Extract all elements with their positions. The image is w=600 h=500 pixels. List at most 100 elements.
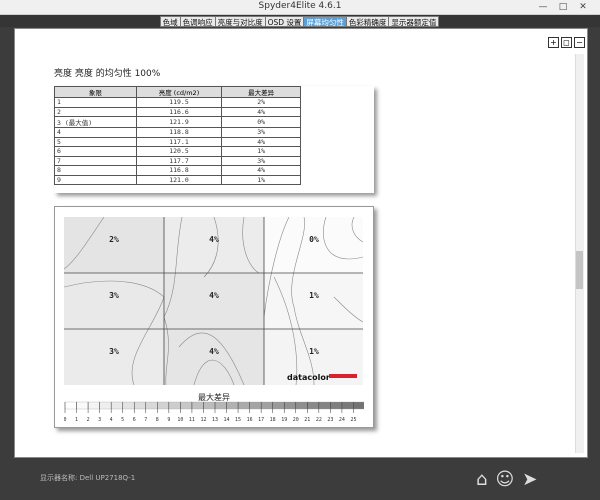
scale-label: 17: [258, 417, 264, 423]
tab-display-rating[interactable]: 显示器额定值: [388, 16, 440, 27]
scale-swatch: [307, 401, 319, 410]
scale-swatch: [203, 401, 216, 410]
scale-label: 2: [87, 417, 90, 423]
cell-quadrant: 1: [54, 97, 137, 108]
tab-osd-settings[interactable]: OSD 设置: [264, 16, 305, 27]
scale-swatch: [341, 401, 354, 410]
table-row: 3 (最大值) 121.9 0%: [54, 116, 301, 128]
cell-max-diff: 2%: [221, 97, 301, 108]
scale-swatch: [134, 401, 146, 410]
window-title: Spyder4Elite 4.6.1: [258, 1, 342, 11]
scrollbar-thumb[interactable]: [576, 251, 583, 289]
scale-label: 23: [327, 417, 333, 423]
cell-quadrant: 3 (最大值): [54, 116, 137, 128]
status-bar: 显示器名称: Dell UP2718Q-1 ⌂☺➤: [0, 459, 600, 500]
scale-label: 3: [98, 417, 101, 423]
cell-max-diff: 0%: [221, 116, 301, 128]
zoom-in-icon[interactable]: +: [548, 37, 559, 48]
table-row: 2 116.6 4%: [54, 106, 301, 117]
scale-swatch: [249, 401, 262, 410]
tab-bar: 色域 色调响应 亮度与对比度 OSD 设置 屏幕均匀性 色彩精确度 显示器额定值: [0, 15, 600, 27]
tab-screen-uniformity[interactable]: 屏幕均匀性: [303, 16, 347, 27]
scale-swatch: [168, 401, 181, 410]
arrow-icon[interactable]: ➤: [522, 469, 545, 490]
scale-label: 14: [224, 417, 230, 423]
zoom-fit-icon[interactable]: ◻: [561, 37, 572, 48]
cell-quadrant: 9: [54, 174, 137, 185]
map-zone: [264, 273, 363, 329]
scale-label: 15: [235, 417, 241, 423]
scale-label: 1: [75, 417, 78, 423]
difference-scale: 0 1 2 3 4 5 6 7 8 9 10 11 12 13 14 15 16 17 18 19 20 21 22 23 24…: [64, 401, 364, 423]
close-button[interactable]: ✕: [572, 0, 594, 15]
table-row: 5 117.1 4%: [54, 136, 301, 147]
scale-label: 22: [316, 417, 322, 423]
app-window: Spyder4Elite 4.6.1 — □ ✕ 色域 色调响应 亮度与对比度 OSD…: [0, 0, 600, 500]
tab-color-accuracy[interactable]: 色彩精确度: [345, 16, 390, 27]
col-luminance: 亮度 (cd/m2): [135, 86, 223, 98]
user-icon[interactable]: ☺: [495, 469, 522, 490]
quadrant-label: 1%: [309, 347, 319, 356]
table-row: 6 120.5 1%: [54, 146, 301, 157]
col-quadrant: 象限: [54, 86, 137, 98]
table-row: 7 117.7 3%: [54, 155, 301, 166]
tab-tone-response[interactable]: 色调响应: [179, 16, 216, 27]
table-row: 9 121.0 1%: [54, 174, 301, 185]
scale-swatch: [330, 401, 343, 410]
scale-swatch: [237, 401, 250, 410]
quadrant-label: 2%: [109, 235, 119, 244]
scale-ticks: 0 1 2 3 4 5 6 7 8 9 10 11 12 13 14 15 16 17 18 19 20 21 22 23 24…: [64, 401, 364, 423]
scale-swatch: [122, 401, 135, 410]
datacolor-logo-bar: [329, 374, 357, 378]
cell-max-diff: 4%: [221, 106, 301, 117]
cell-max-diff: 4%: [221, 136, 301, 147]
uniformity-map: 2% 4% 0% 3% 4% 1% 3% 4% 1% datacolor: [64, 217, 363, 385]
cell-luminance: 117.7: [135, 155, 223, 166]
cell-luminance: 117.1: [135, 136, 223, 147]
section-title: 亮度 亮度 的均匀性 100%: [54, 69, 161, 79]
uniformity-table: 象限 亮度 (cd/m2) 最大差异 1 119.5 2% 2 116.6 4% 3 (最大…: [54, 86, 301, 185]
scale-swatch: [295, 401, 308, 410]
cell-luminance: 118.8: [135, 127, 223, 138]
cell-max-diff: 1%: [221, 174, 301, 185]
cell-luminance: 121.0: [135, 174, 223, 185]
maximize-button[interactable]: □: [552, 0, 574, 15]
scale-label: 8: [156, 417, 159, 423]
cell-max-diff: 3%: [221, 155, 301, 166]
scale-label: 25: [350, 417, 356, 423]
scale-swatch: [76, 401, 89, 410]
quadrant-label: 4%: [209, 347, 219, 356]
map-zone: [164, 273, 264, 329]
display-icon[interactable]: ⌂: [476, 469, 495, 490]
scale-label: 4: [110, 417, 113, 423]
scale-label: 7: [144, 417, 147, 423]
scale-swatch: [214, 401, 227, 410]
scale-swatch: [99, 401, 112, 410]
tab-brightness-contrast[interactable]: 亮度与对比度: [214, 16, 266, 27]
scale-label: 6: [133, 417, 136, 423]
scale-label: 21: [304, 417, 310, 423]
display-name: 显示器名称: Dell UP2718Q-1: [40, 474, 136, 482]
scale-swatch: [87, 401, 100, 410]
status-icons: ⌂☺➤: [476, 469, 545, 490]
quadrant-label: 0%: [309, 235, 319, 244]
quadrant-label: 4%: [209, 291, 219, 300]
scale-label: 16: [247, 417, 253, 423]
scale-swatch: [191, 401, 204, 410]
zoom-out-icon[interactable]: −: [574, 37, 585, 48]
scale-label: 18: [270, 417, 276, 423]
cell-luminance: 116.6: [135, 106, 223, 117]
table-header-row: 象限 亮度 (cd/m2) 最大差异: [54, 86, 301, 98]
cell-luminance: 119.5: [135, 97, 223, 108]
tab-gamut[interactable]: 色域: [159, 16, 181, 27]
map-zone: [64, 273, 164, 329]
cell-quadrant: 5: [54, 136, 137, 147]
scale-label: 5: [121, 417, 124, 423]
scale-label: 20: [293, 417, 299, 423]
scale-swatch: [157, 401, 169, 410]
cell-quadrant: 7: [54, 155, 137, 166]
cell-max-diff: 3%: [221, 127, 301, 138]
scale-swatch: [64, 401, 77, 410]
minimize-button[interactable]: —: [532, 0, 554, 15]
scale-label: 12: [200, 417, 206, 423]
